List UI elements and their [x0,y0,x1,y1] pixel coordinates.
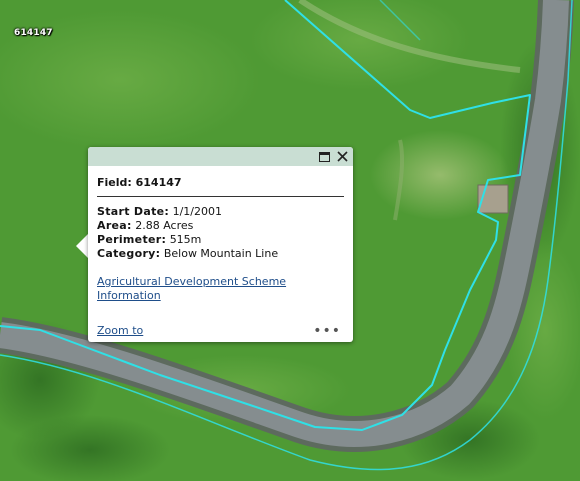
attribute-row-area: Area: 2.88 Acres [97,219,344,233]
scheme-info-link[interactable]: Agricultural Development Scheme Informat… [97,275,297,303]
attribute-label: Area: [97,219,132,232]
popup-title: Field: 614147 [97,176,344,197]
attribute-value: 515m [169,233,202,246]
attribute-row-category: Category: Below Mountain Line [97,247,344,261]
attribute-row-perimeter: Perimeter: 515m [97,233,344,247]
attribute-label: Perimeter: [97,233,167,246]
attribute-value: 1/1/2001 [172,205,222,218]
attribute-row-start-date: Start Date: 1/1/2001 [97,205,344,219]
attribute-value: Below Mountain Line [163,247,279,260]
field-id-map-label[interactable]: 614147 [14,28,53,38]
more-options-icon[interactable]: ••• [313,324,341,338]
popup-header [88,147,353,166]
field-popup: Field: 614147 Start Date: 1/1/2001 Area:… [88,147,353,342]
attribute-label: Start Date: [97,205,170,218]
attribute-value: 2.88 Acres [135,219,194,232]
attribute-list: Start Date: 1/1/2001 Area: 2.88 Acres Pe… [97,205,344,261]
close-icon[interactable] [335,149,350,164]
maximize-icon[interactable] [317,149,332,164]
popup-footer: Zoom to ••• [97,324,341,338]
attribute-label: Category: [97,247,161,260]
zoom-to-link[interactable]: Zoom to [97,324,143,337]
popup-body: Field: 614147 Start Date: 1/1/2001 Area:… [88,166,353,303]
popup-pointer [76,234,88,258]
